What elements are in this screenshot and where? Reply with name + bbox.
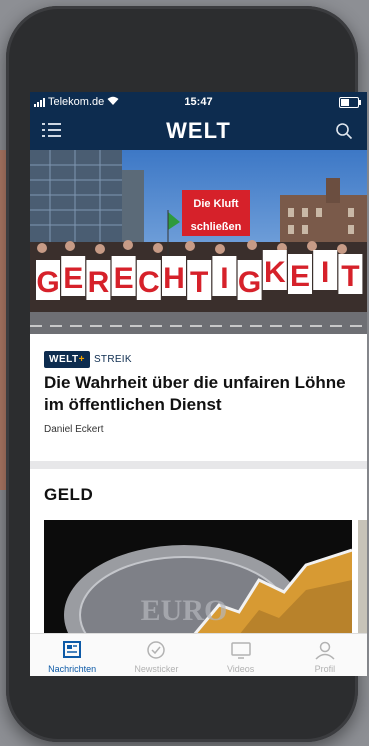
banner-letter-card: E [61,256,86,296]
article-headline[interactable]: Die Wahrheit über die unfairen Löhne im … [44,372,349,416]
tab-label: Nachrichten [48,664,97,674]
sign-text-1: Die Kluft [193,198,239,210]
banner-letter: H [163,262,185,295]
tab-label: Videos [226,664,255,674]
banner-letter: I [321,256,329,289]
tab-nachrichten[interactable]: Nachrichten [30,634,114,676]
banner-letter-card: E [288,254,312,294]
banner-letter: K [264,256,286,289]
next-card-peek[interactable] [358,520,367,635]
sign-text-2: schließen [191,221,242,233]
banner-letter: G [36,266,59,299]
phone-frame: Telekom.de 15:47 WELT Die Kluft schließe… [6,6,367,742]
banner-letter-card: G [237,260,262,300]
banner-letter: R [88,266,110,299]
badge-text: WELT [49,354,79,365]
lead-article[interactable]: WELT+ STREIK Die Wahrheit über die unfai… [30,334,367,461]
article-badges: WELT+ STREIK [44,351,132,368]
newspaper-icon [63,641,82,658]
banner-letter-card: T [187,260,212,300]
tab-label: Newsticker [134,664,179,674]
banner-letter: E [63,262,83,295]
banner-letter-card: G [36,260,60,300]
monitor-icon [230,642,251,659]
clock-icon [147,641,166,659]
app-screen: Telekom.de 15:47 WELT Die Kluft schließe… [30,92,367,676]
banner-letter-card: I [313,250,338,290]
search-icon[interactable] [335,122,353,140]
battery-icon [339,97,361,108]
badge-plus: + [78,354,85,365]
person-icon [315,641,335,660]
hero-image[interactable]: Die Kluft schließen GERECHTIGKEIT [30,150,367,334]
tab-profil[interactable]: Profil [283,634,367,676]
tab-newsticker[interactable]: Newsticker [114,634,198,676]
status-time: 15:47 [184,96,213,108]
status-bar: Telekom.de 15:47 [30,92,367,112]
banner-letter-card: K [262,250,287,290]
banner-letter: E [114,262,134,295]
banner-letter-card: C [136,260,161,300]
banner-letter: I [220,262,228,295]
banner-letter-card: E [111,256,136,296]
app-header: WELT [30,112,367,150]
article-author: Daniel Eckert [44,424,104,435]
banner-letter-card: R [86,260,111,300]
banner-letter: T [341,260,359,293]
coin-image[interactable]: EURO [44,520,352,635]
tab-label: Profil [314,664,336,674]
section-divider [30,461,367,469]
tab-bar: Nachrichten Newsticker Videos Profil [30,633,367,676]
banner-letter: C [138,266,160,299]
banner-letter-card: I [212,256,237,296]
banner-letter-card: H [162,256,186,296]
tab-videos[interactable]: Videos [199,634,283,676]
svg-text:EURO: EURO [141,594,228,627]
banner-letter: G [238,266,261,299]
section-title[interactable]: GELD [44,485,93,505]
article-kicker: STREIK [93,354,132,365]
banner-letter-card: T [338,254,363,294]
welt-logo: WELT [166,118,231,143]
banner-letter: E [290,260,310,293]
welt-plus-badge: WELT+ [44,351,90,368]
banner-letter: T [190,266,208,299]
